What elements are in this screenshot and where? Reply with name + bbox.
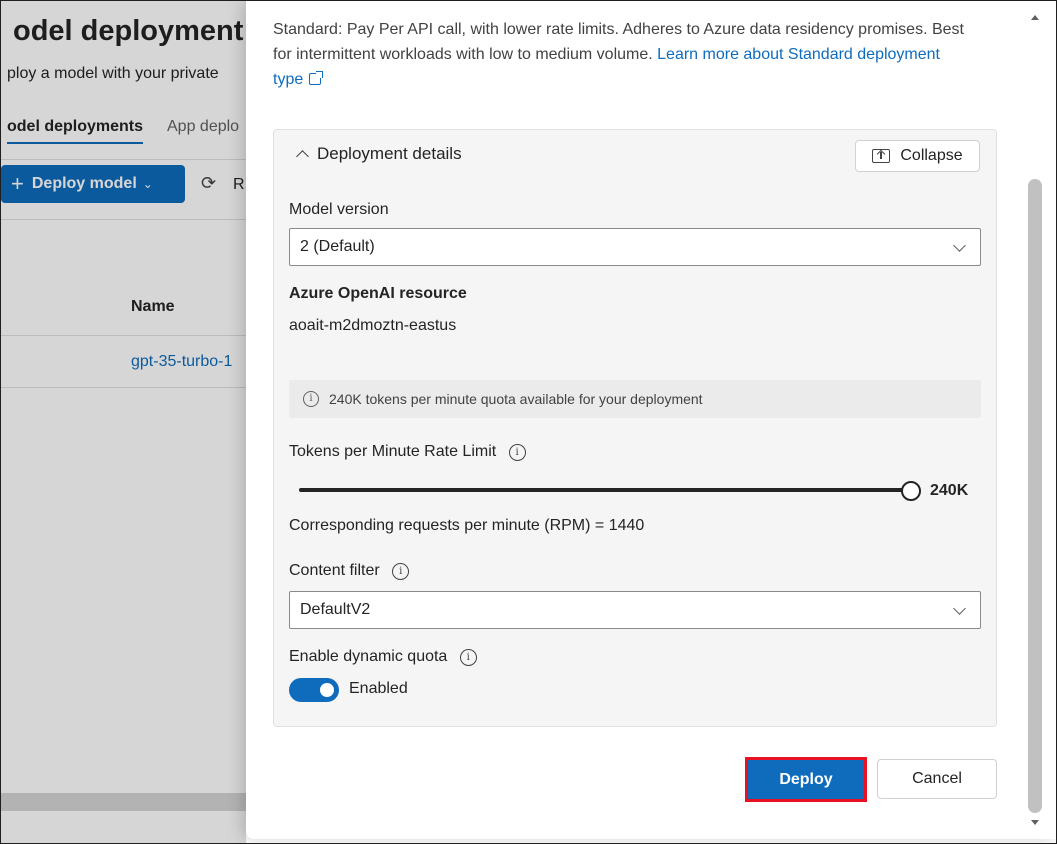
- content-filter-dropdown[interactable]: DefaultV2: [289, 591, 981, 629]
- vertical-scrollbar[interactable]: [1027, 5, 1043, 839]
- tpm-label-row: Tokens per Minute Rate Limit i: [289, 443, 526, 461]
- rpm-text: Corresponding requests per minute (RPM) …: [289, 517, 645, 534]
- dynamic-quota-label: Enable dynamic quota: [289, 648, 448, 665]
- window: odel deployment ploy a model with your p…: [0, 0, 1057, 844]
- modal-overlay: [1, 1, 246, 843]
- collapse-icon: [872, 149, 891, 163]
- resource-value: aoait-m2dmoztn-eastus: [289, 317, 457, 334]
- cancel-button[interactable]: Cancel: [877, 759, 997, 799]
- deployment-details-title: Deployment details: [317, 144, 462, 163]
- content-filter-label: Content filter: [289, 562, 380, 579]
- external-link-icon: [309, 71, 324, 85]
- collapse-label: Collapse: [900, 147, 963, 164]
- quota-info-bar: i 240K tokens per minute quota available…: [289, 380, 981, 418]
- scroll-up-icon[interactable]: [1031, 15, 1039, 20]
- model-version-dropdown[interactable]: 2 (Default): [289, 228, 981, 266]
- chevron-down-icon: [953, 239, 966, 252]
- tpm-slider-track[interactable]: [299, 488, 911, 492]
- content-filter-label-row: Content filter i: [289, 562, 410, 580]
- info-icon[interactable]: i: [459, 649, 477, 666]
- chevron-down-icon: [953, 602, 966, 615]
- collapse-button[interactable]: Collapse: [855, 140, 980, 172]
- tpm-value: 240K: [930, 482, 969, 499]
- dynamic-quota-state: Enabled: [349, 680, 408, 697]
- info-icon[interactable]: i: [508, 444, 526, 461]
- scroll-down-icon[interactable]: [1031, 820, 1039, 825]
- resource-label: Azure OpenAI resource: [289, 285, 467, 302]
- deployment-details-section: Deployment details Collapse Model versio…: [273, 129, 997, 727]
- quota-info-text: 240K tokens per minute quota available f…: [329, 391, 703, 407]
- deployment-details-header[interactable]: Deployment details: [294, 144, 462, 164]
- info-icon: i: [303, 391, 319, 407]
- dynamic-quota-toggle[interactable]: [289, 678, 339, 702]
- tpm-label: Tokens per Minute Rate Limit: [289, 443, 497, 460]
- content-filter-value: DefaultV2: [300, 601, 371, 618]
- model-version-value: 2 (Default): [300, 238, 375, 255]
- chevron-up-icon: [296, 149, 309, 163]
- deployment-type-description: Standard: Pay Per API call, with lower r…: [273, 17, 973, 92]
- deploy-model-panel: Standard: Pay Per API call, with lower r…: [246, 1, 1056, 839]
- deploy-button[interactable]: Deploy: [745, 757, 867, 802]
- tpm-slider-thumb[interactable]: [901, 481, 921, 501]
- info-icon[interactable]: i: [392, 563, 410, 580]
- dynamic-quota-label-row: Enable dynamic quota i: [289, 648, 477, 666]
- scrollbar-thumb[interactable]: [1028, 179, 1042, 813]
- model-version-label: Model version: [289, 201, 389, 218]
